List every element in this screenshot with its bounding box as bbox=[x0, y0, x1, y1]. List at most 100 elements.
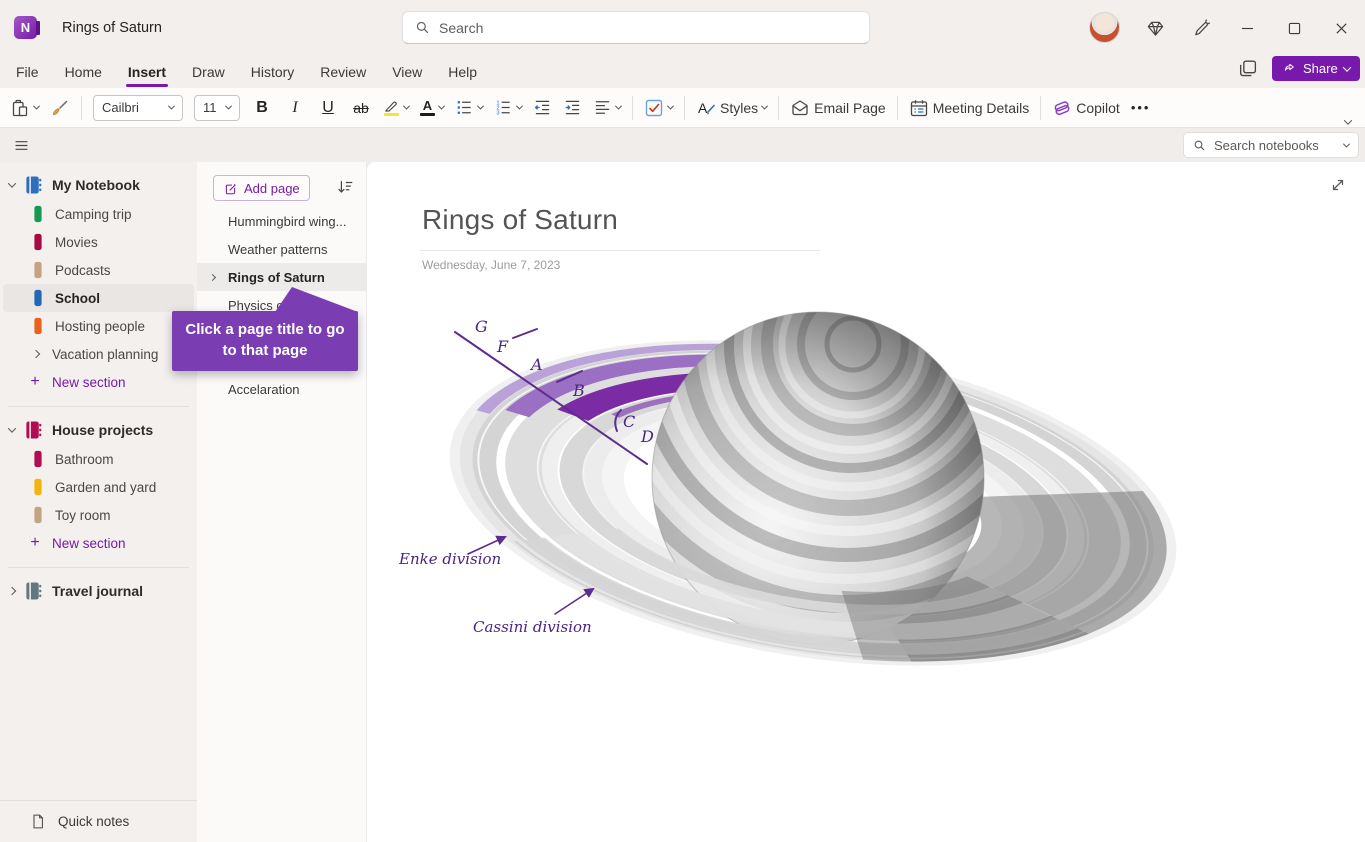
share-button[interactable]: Share bbox=[1272, 56, 1360, 81]
share-icon bbox=[1282, 61, 1297, 76]
minimize-button[interactable] bbox=[1237, 18, 1257, 38]
page-title-heading[interactable]: Rings of Saturn bbox=[422, 204, 618, 236]
sidebar-section-toy-room[interactable]: Toy room bbox=[3, 501, 194, 529]
page-title: Weather patterns bbox=[228, 242, 327, 257]
sort-pages-icon[interactable] bbox=[336, 178, 354, 196]
notebook-house-projects[interactable]: House projects bbox=[0, 415, 197, 445]
chevron-right-icon bbox=[209, 273, 216, 280]
page-canvas[interactable]: Rings of Saturn Wednesday, June 7, 2023 bbox=[367, 162, 1365, 842]
chevron-down-icon bbox=[33, 103, 40, 110]
increase-indent-button[interactable] bbox=[563, 98, 582, 117]
sidebar-section-hosting-people[interactable]: Hosting people bbox=[3, 312, 194, 340]
titlebar: N Rings of Saturn Search bbox=[0, 0, 1365, 56]
notebook-name: House projects bbox=[52, 422, 153, 438]
expand-page-icon[interactable] bbox=[1329, 176, 1347, 194]
svg-text:C: C bbox=[623, 412, 635, 431]
section-tab-icon bbox=[33, 205, 43, 223]
maximize-button[interactable] bbox=[1284, 18, 1304, 38]
search-placeholder: Search bbox=[439, 20, 483, 36]
divider bbox=[897, 96, 898, 120]
page-row-hummingbird[interactable]: Hummingbird wing... bbox=[197, 207, 367, 235]
divider bbox=[8, 406, 189, 407]
plus-icon: + bbox=[30, 374, 40, 390]
sidebar-section-podcasts[interactable]: Podcasts bbox=[3, 256, 194, 284]
quick-notes-label: Quick notes bbox=[58, 814, 129, 829]
sidebar-section-movies[interactable]: Movies bbox=[3, 228, 194, 256]
svg-text:Enke division: Enke division bbox=[398, 550, 501, 568]
font-size-value: 11 bbox=[203, 100, 217, 115]
add-page-button[interactable]: Add page bbox=[213, 175, 310, 201]
section-label: Garden and yard bbox=[55, 480, 156, 495]
feedback-pen-icon[interactable] bbox=[1191, 18, 1211, 38]
menu-view[interactable]: View bbox=[390, 60, 424, 84]
email-page-button[interactable]: Email Page bbox=[790, 98, 886, 118]
notebook-travel-journal[interactable]: Travel journal bbox=[0, 576, 197, 606]
new-section-button[interactable]: + New section bbox=[0, 529, 197, 557]
search-notebooks-input[interactable]: Search notebooks bbox=[1183, 132, 1359, 158]
chevron-down-icon bbox=[438, 103, 445, 110]
premium-diamond-icon[interactable] bbox=[1145, 18, 1165, 38]
sidebar-section-school[interactable]: School bbox=[3, 284, 194, 312]
italic-button[interactable]: I bbox=[284, 99, 306, 117]
chevron-down-icon bbox=[225, 103, 232, 110]
styles-button[interactable]: A Styles bbox=[696, 98, 767, 118]
sidebar-section-camping-trip[interactable]: Camping trip bbox=[3, 200, 194, 228]
quick-notes-button[interactable]: Quick notes bbox=[0, 800, 197, 842]
bold-button[interactable]: B bbox=[251, 99, 273, 117]
numbering-button[interactable]: 123 bbox=[494, 98, 522, 117]
menu-history[interactable]: History bbox=[249, 60, 297, 84]
underline-button[interactable]: U bbox=[317, 99, 339, 117]
paste-button[interactable] bbox=[10, 98, 39, 118]
font-color-swatch bbox=[420, 113, 435, 117]
svg-text:3: 3 bbox=[496, 111, 499, 117]
menu-home[interactable]: Home bbox=[63, 60, 104, 84]
page-date: Wednesday, June 7, 2023 bbox=[422, 258, 560, 272]
section-tab-icon bbox=[33, 450, 43, 468]
page-row-weather-patterns[interactable]: Weather patterns bbox=[197, 235, 367, 263]
alignment-button[interactable] bbox=[593, 98, 621, 117]
sidebar-section-group-vacation-planning[interactable]: Vacation planning bbox=[3, 340, 194, 368]
copilot-label: Copilot bbox=[1076, 100, 1120, 116]
page-row-accelaration[interactable]: Accelaration bbox=[197, 375, 367, 403]
bullet-list-icon bbox=[455, 98, 474, 117]
hamburger-menu-icon[interactable] bbox=[10, 134, 32, 156]
avatar[interactable] bbox=[1089, 12, 1120, 43]
highlighter-button[interactable] bbox=[383, 99, 409, 117]
email-page-label: Email Page bbox=[814, 100, 886, 116]
chevron-down-icon bbox=[615, 103, 622, 110]
styles-label: Styles bbox=[720, 100, 758, 116]
page-title: Hummingbird wing... bbox=[228, 214, 347, 229]
copilot-button[interactable]: Copilot bbox=[1052, 98, 1120, 118]
menu-insert[interactable]: Insert bbox=[126, 60, 168, 84]
sidebar-section-garden-and-yard[interactable]: Garden and yard bbox=[3, 473, 194, 501]
todo-tag-button[interactable] bbox=[644, 98, 673, 118]
reading-view-icon[interactable] bbox=[1237, 58, 1259, 80]
strikethrough-button[interactable]: ab bbox=[350, 100, 372, 116]
saturn-drawing[interactable]: G F A B C D Enke division Cassini divisi… bbox=[385, 292, 1205, 732]
decrease-indent-button[interactable] bbox=[533, 98, 552, 117]
add-page-icon bbox=[223, 181, 238, 196]
sidebar-section-bathroom[interactable]: Bathroom bbox=[3, 445, 194, 473]
notebooks-sidebar: My Notebook Camping trip Movies Podcasts… bbox=[0, 162, 197, 842]
more-options-button[interactable]: ••• bbox=[1131, 100, 1151, 115]
menu-help[interactable]: Help bbox=[446, 60, 479, 84]
close-button[interactable] bbox=[1331, 18, 1351, 38]
svg-text:Cassini division: Cassini division bbox=[473, 618, 592, 636]
chevron-down-icon bbox=[667, 103, 674, 110]
format-painter-button[interactable] bbox=[50, 98, 70, 118]
onenote-logo-icon: N bbox=[14, 16, 37, 39]
notebook-my-notebook[interactable]: My Notebook bbox=[0, 170, 197, 200]
menu-review[interactable]: Review bbox=[318, 60, 368, 84]
menu-file[interactable]: File bbox=[14, 60, 41, 84]
font-name-select[interactable]: Cailbri bbox=[93, 95, 183, 121]
divider bbox=[778, 96, 779, 120]
menu-draw[interactable]: Draw bbox=[190, 60, 227, 84]
font-size-select[interactable]: 11 bbox=[194, 95, 240, 121]
search-notebooks-placeholder: Search notebooks bbox=[1214, 138, 1319, 153]
meeting-details-button[interactable]: Meeting Details bbox=[909, 98, 1030, 118]
new-section-button[interactable]: + New section bbox=[0, 368, 197, 396]
font-color-button[interactable]: A bbox=[420, 99, 444, 117]
bullets-button[interactable] bbox=[455, 98, 483, 117]
search-input[interactable]: Search bbox=[402, 11, 870, 44]
plus-icon: + bbox=[30, 535, 40, 551]
